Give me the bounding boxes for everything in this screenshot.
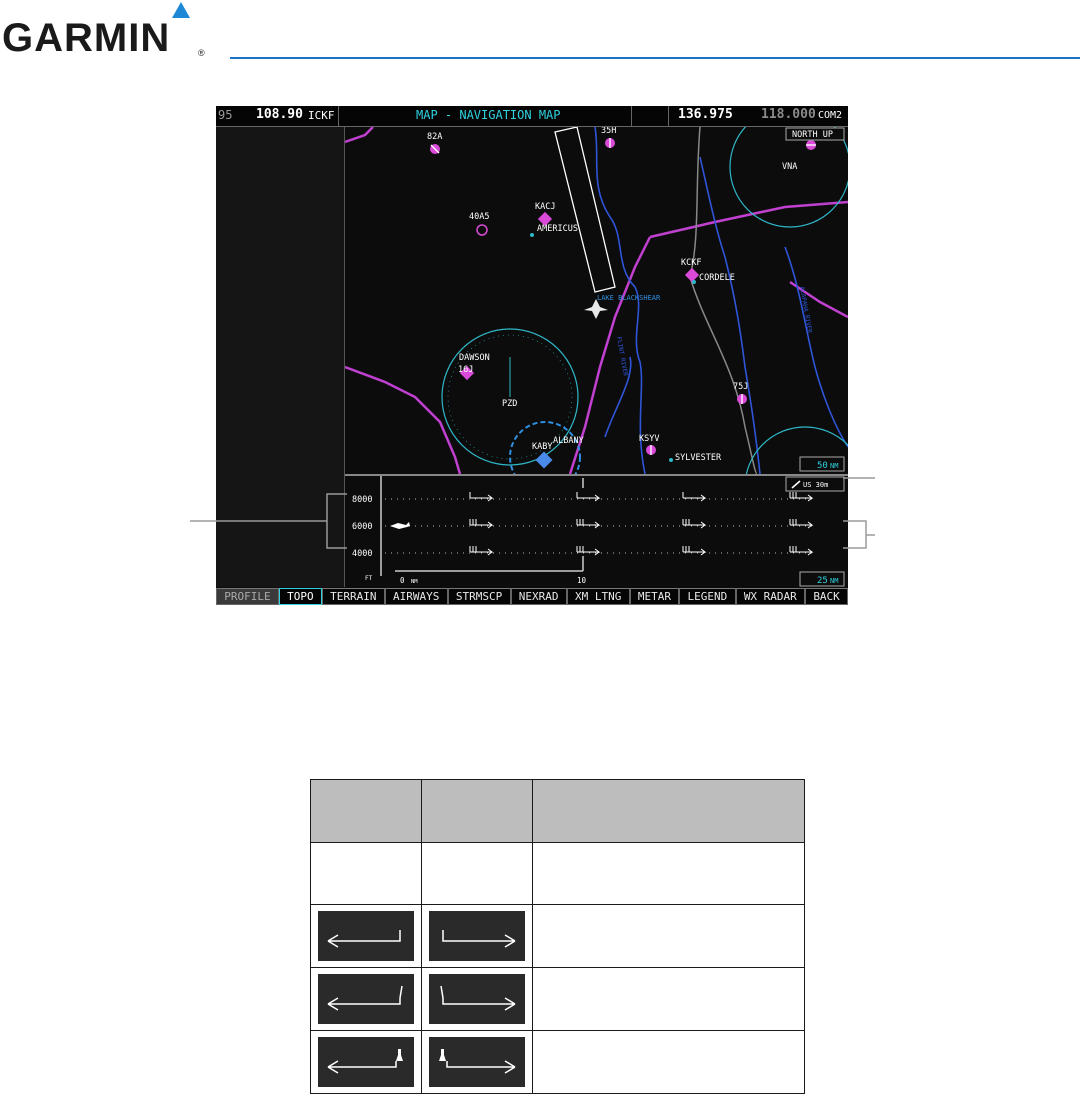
legend-header-row	[310, 779, 805, 843]
legend-description-cell	[532, 967, 805, 1031]
legend-row	[310, 1030, 805, 1094]
legend-blank-cell	[532, 842, 805, 905]
legend-blank-row	[310, 842, 805, 905]
headwind-arrow-right-icon	[421, 904, 533, 968]
legend-header-cell-2	[421, 779, 533, 843]
headwind-arrow-left-icon	[310, 904, 422, 968]
legend-blank-cell	[310, 842, 422, 905]
wind-arrow-left-tall-icon	[310, 967, 422, 1031]
callout-lines	[190, 477, 875, 549]
wind-arrow-right-solid-icon	[421, 1030, 533, 1094]
legend-blank-cell	[421, 842, 533, 905]
legend-header-cell-3	[532, 779, 805, 843]
wind-arrow-left-solid-icon	[310, 1030, 422, 1094]
legend-row	[310, 967, 805, 1031]
legend-row	[310, 904, 805, 968]
legend-description-cell	[532, 1030, 805, 1094]
legend-description-cell	[532, 904, 805, 968]
wind-arrow-right-tall-icon	[421, 967, 533, 1031]
legend-header-cell-1	[310, 779, 422, 843]
wind-legend-table	[310, 779, 805, 1094]
